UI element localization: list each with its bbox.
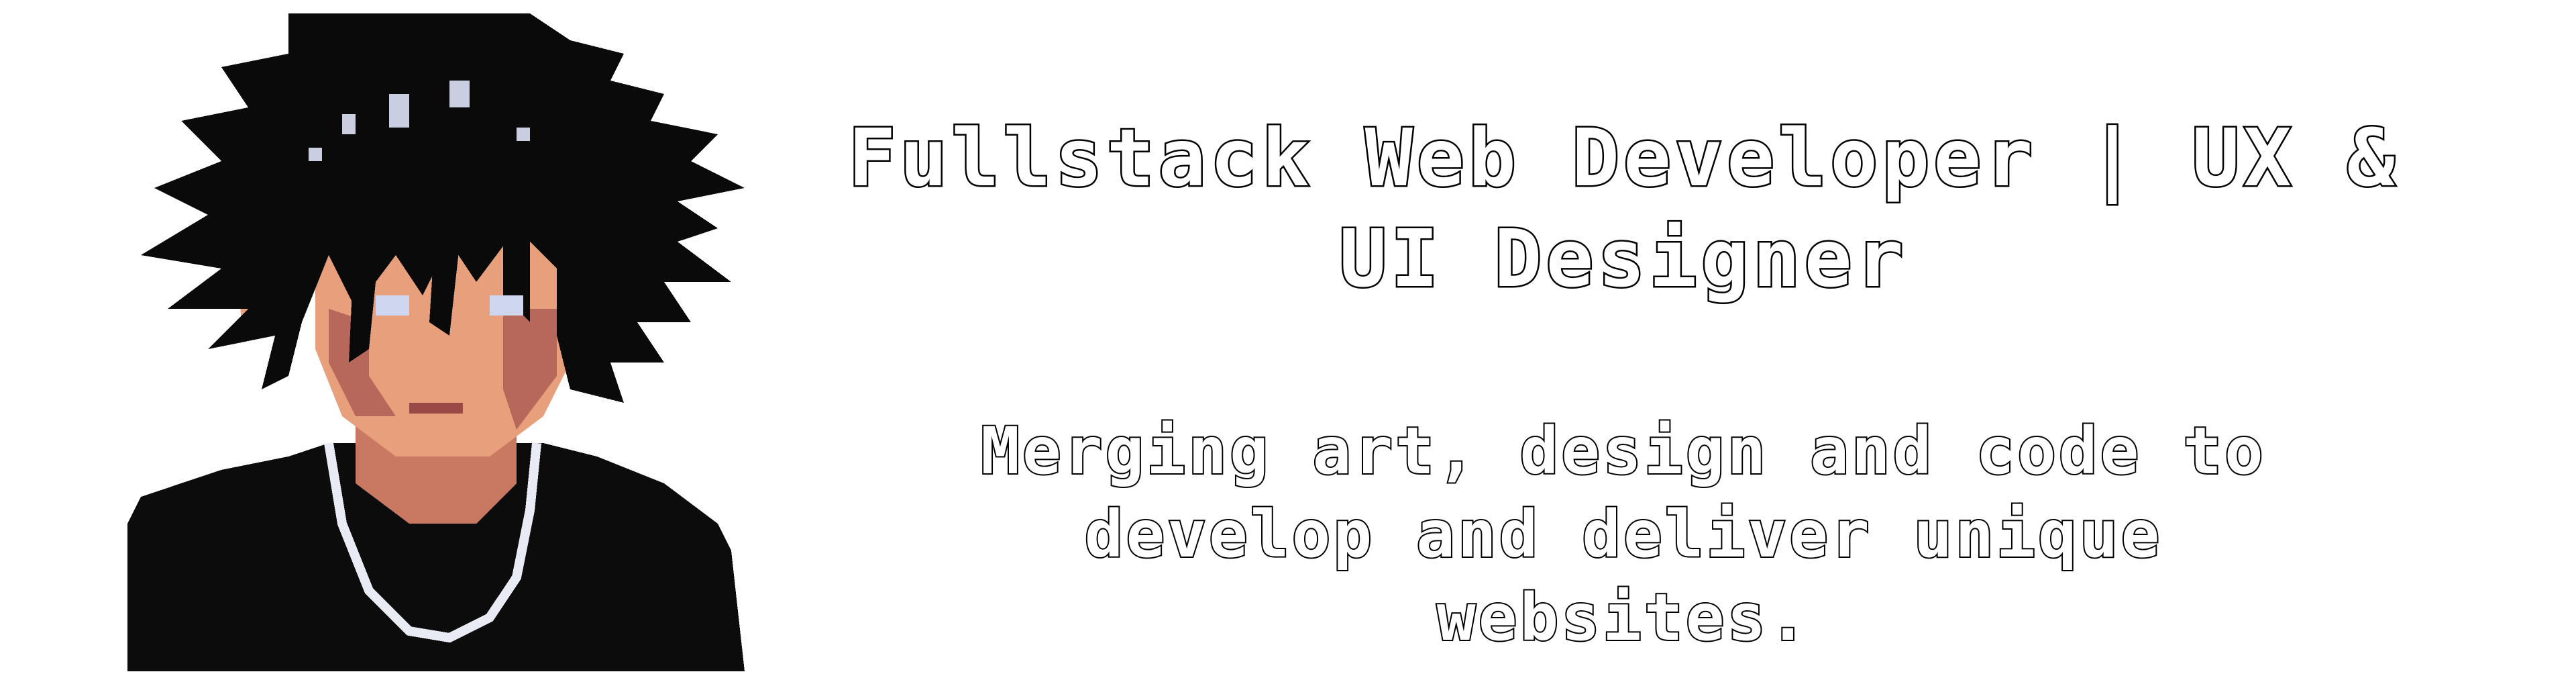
pixel-portrait-icon [127,13,745,671]
mouth [409,403,463,414]
headline: Fullstack Web Developer | UX & UI Design… [847,110,2399,307]
intro-text: Fullstack Web Developer | UX & UI Design… [792,107,2455,659]
tagline: Merging art, design and code to develop … [979,412,2266,657]
banner: Fullstack Web Developer | UX & UI Design… [0,0,2576,674]
avatar [127,13,751,671]
